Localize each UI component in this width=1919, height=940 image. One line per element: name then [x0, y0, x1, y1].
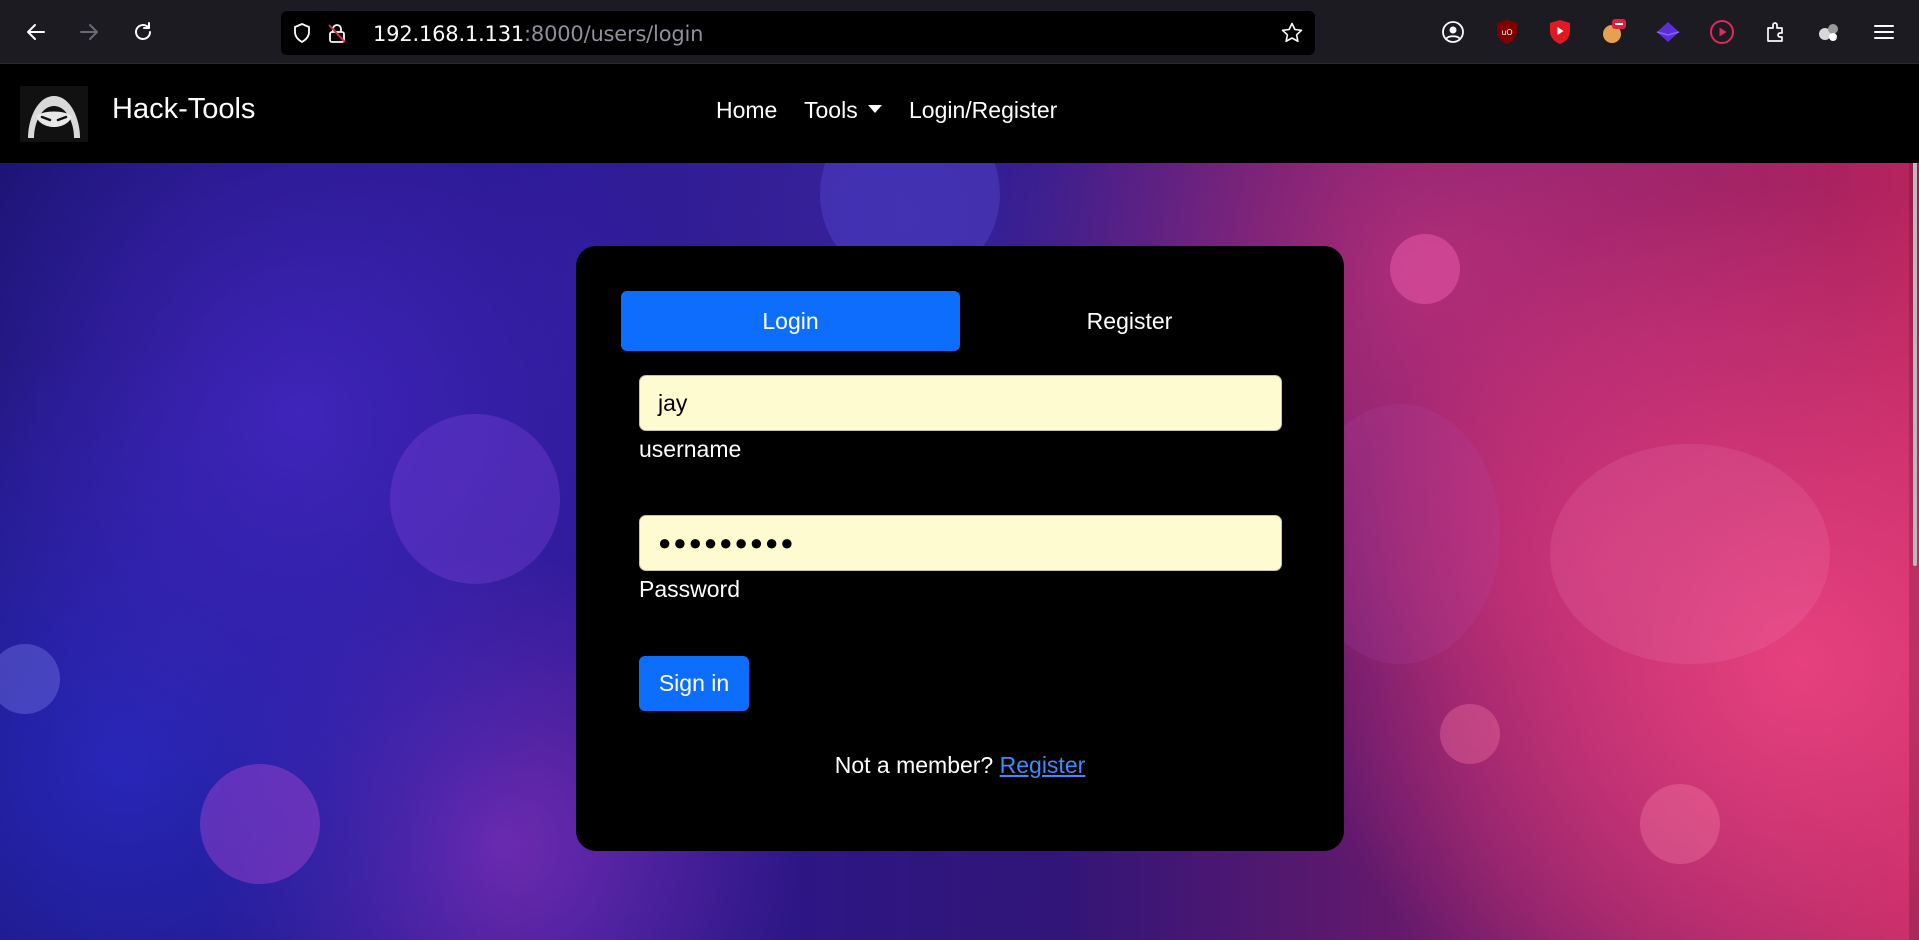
tab-register[interactable]: Register — [960, 291, 1299, 351]
tab-login[interactable]: Login — [621, 291, 960, 351]
insecure-lock-icon[interactable] — [325, 21, 349, 45]
nav-dropdown-tools[interactable]: Tools — [804, 97, 882, 124]
page-scrollbar[interactable] — [1909, 64, 1919, 940]
puzzle-extensions-icon[interactable] — [1762, 18, 1790, 46]
password-value: ●●●●●●●●● — [658, 530, 796, 555]
username-label: username — [639, 436, 742, 462]
nav-link-login-register[interactable]: Login/Register — [909, 97, 1057, 124]
url-bar[interactable]: 192.168.1.131:8000/users/login — [281, 11, 1315, 55]
password-label: Password — [639, 576, 740, 602]
nav-link-home[interactable]: Home — [716, 97, 777, 124]
url-path: :8000/users/login — [524, 22, 704, 46]
member-prompt-text: Not a member? — [834, 752, 994, 778]
bokeh-light — [1390, 234, 1460, 304]
url-text[interactable]: 192.168.1.131:8000/users/login — [373, 22, 703, 46]
extension-badge-icon[interactable] — [1600, 18, 1628, 46]
password-input[interactable]: ●●●●●●●●● — [639, 515, 1282, 571]
bokeh-light — [200, 764, 320, 884]
login-card: Login Register jay username ●●●●●●●●● Pa… — [576, 246, 1344, 851]
username-input[interactable]: jay — [639, 375, 1282, 431]
menu-hamburger-icon[interactable] — [1870, 18, 1898, 46]
back-arrow-icon — [27, 24, 45, 40]
balls-extension-icon[interactable] — [1815, 18, 1843, 46]
site-navbar: Hack-Tools Home Tools Login/Register — [0, 64, 1919, 163]
youtube-shield-icon[interactable] — [1546, 18, 1574, 46]
forward-button[interactable] — [73, 16, 105, 48]
url-host: 192.168.1.131 — [373, 22, 525, 46]
forward-arrow-icon — [80, 24, 98, 40]
caret-down-icon — [867, 104, 882, 113]
back-button[interactable] — [20, 16, 52, 48]
bokeh-light — [1440, 704, 1500, 764]
brand-name[interactable]: Hack-Tools — [112, 93, 255, 126]
hacker-logo-icon[interactable] — [20, 86, 88, 142]
shield-icon[interactable] — [290, 21, 314, 45]
bookmark-star-icon[interactable] — [1280, 21, 1304, 45]
diamond-extension-icon[interactable] — [1654, 18, 1682, 46]
bokeh-light — [1640, 784, 1720, 864]
bokeh-light — [390, 414, 560, 584]
browser-toolbar: 192.168.1.131:8000/users/login uO — [0, 0, 1919, 64]
nav-link-tools-label: Tools — [804, 97, 858, 123]
reload-button[interactable] — [127, 16, 159, 48]
username-value: jay — [658, 389, 688, 416]
register-link[interactable]: Register — [1000, 752, 1086, 778]
sign-in-button[interactable]: Sign in — [639, 656, 749, 711]
account-icon[interactable] — [1439, 18, 1467, 46]
ublock-icon[interactable]: uO — [1493, 18, 1521, 46]
play-circle-icon[interactable] — [1708, 18, 1736, 46]
bokeh-light — [0, 644, 60, 714]
bokeh-light — [1550, 444, 1830, 664]
reload-icon — [135, 22, 151, 40]
register-prompt: Not a member? Register — [576, 752, 1344, 779]
svg-text:uO: uO — [1501, 28, 1512, 37]
